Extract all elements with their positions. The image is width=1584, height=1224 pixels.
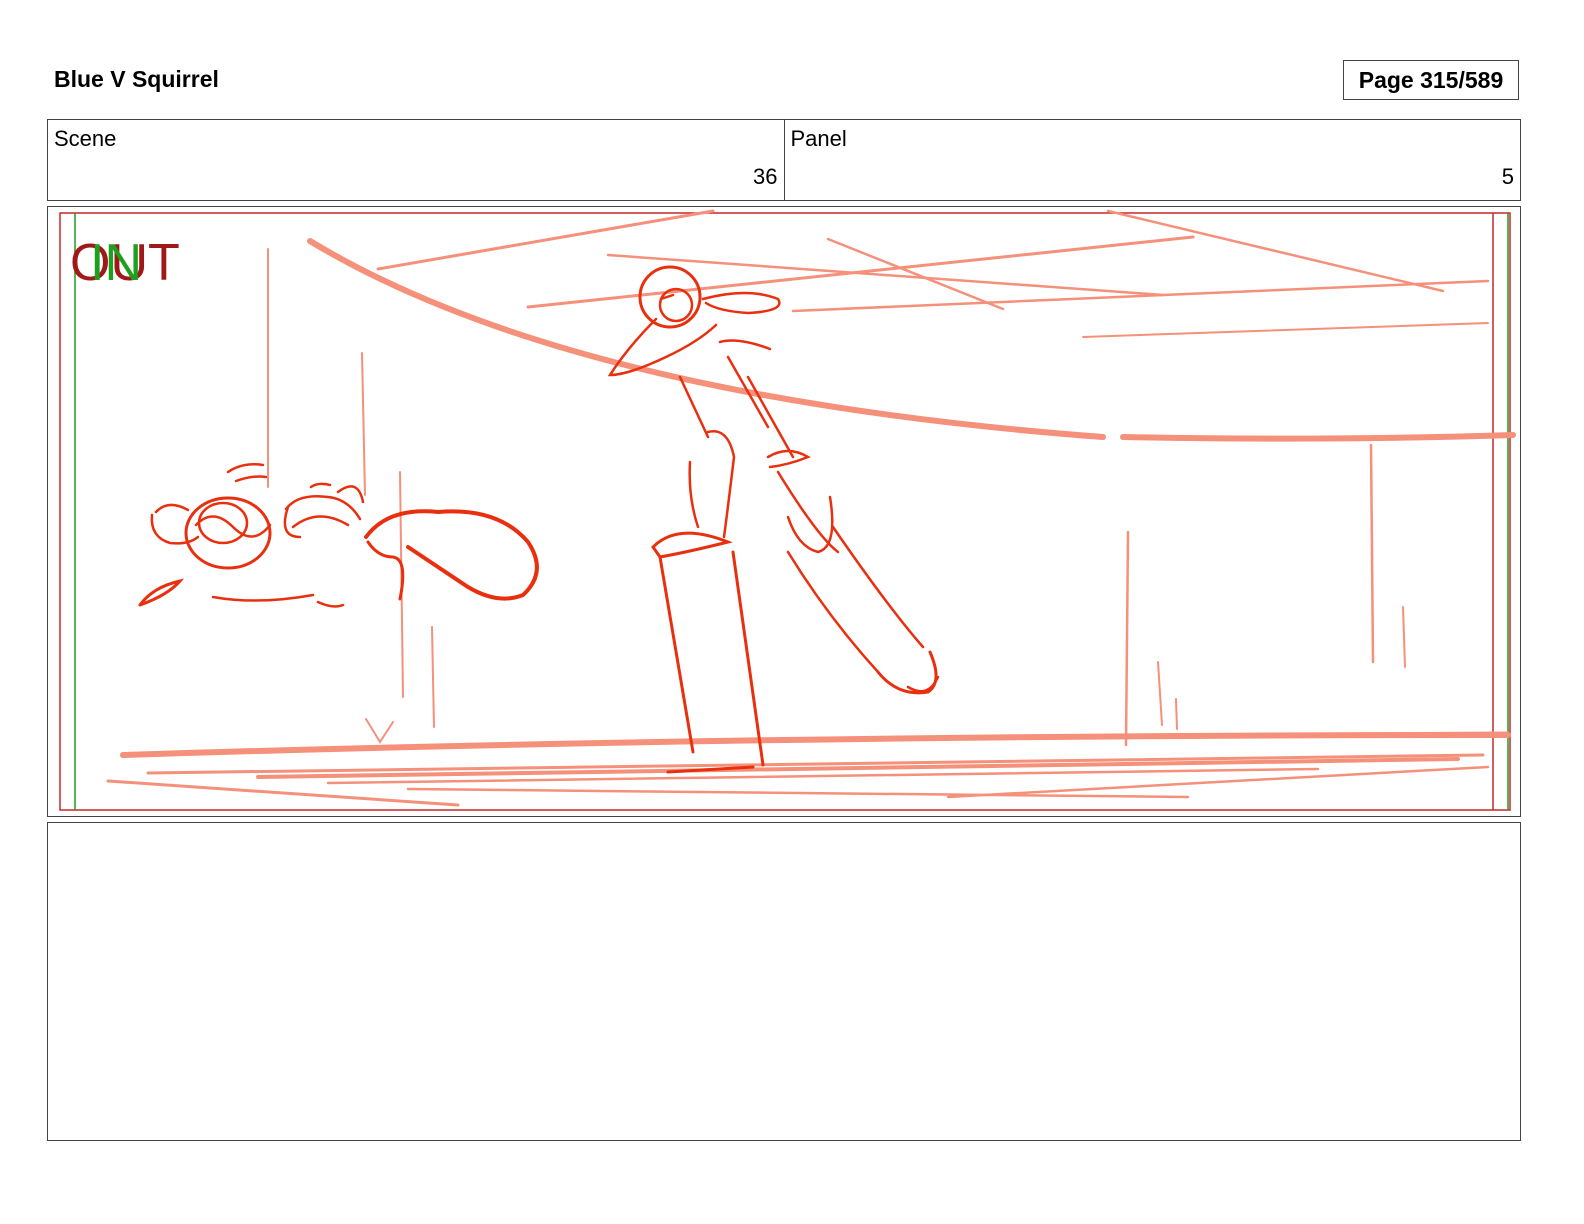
panel-label: Panel <box>790 126 847 151</box>
camera-frame-out <box>59 212 1511 811</box>
scene-panel-info: Scene 36 Panel 5 <box>47 119 1521 201</box>
background-sketch <box>106 209 1516 807</box>
squirrel-sketch <box>138 463 539 608</box>
panel-cell: Panel 5 <box>783 120 1521 200</box>
storyboard-panel-frame: OUT IN <box>47 206 1521 817</box>
panel-number: 5 <box>1501 164 1514 189</box>
figure-sketch <box>607 265 940 774</box>
scene-label: Scene <box>54 126 117 151</box>
in-marker-label: IN <box>90 234 142 292</box>
panel-notes-box <box>47 822 1521 1141</box>
scene-cell: Scene 36 <box>48 120 784 200</box>
project-title: Blue V Squirrel <box>54 66 219 92</box>
page-number-box: Page 315/589 <box>1343 60 1519 100</box>
scene-number: 36 <box>753 164 778 189</box>
storyboard-sketch: OUT IN <box>59 209 1516 811</box>
page-number: Page 315/589 <box>1358 66 1504 93</box>
